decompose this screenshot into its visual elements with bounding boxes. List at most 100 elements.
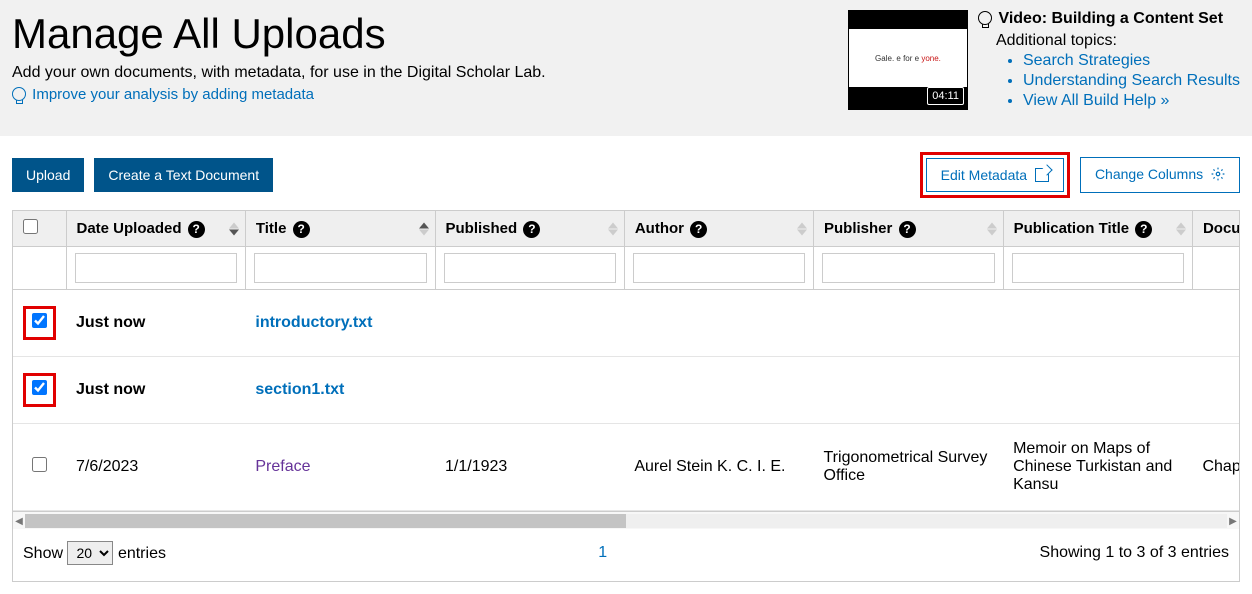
page-subtitle: Add your own documents, with metadata, f… [12, 64, 848, 82]
filter-title [245, 247, 435, 290]
cell-date: Just now [66, 357, 245, 424]
edit-metadata-button[interactable]: Edit Metadata [926, 158, 1064, 192]
col-author[interactable]: Author ? [624, 211, 813, 247]
cell-author [624, 290, 813, 357]
cell-date: Just now [66, 290, 245, 357]
sort-up-icon [797, 222, 807, 228]
video-thumb-content: Gale. e for e yone. [849, 29, 967, 87]
show-label: Show [23, 545, 63, 562]
filter-date [66, 247, 245, 290]
title-link[interactable]: introductory.txt [255, 314, 372, 331]
cell-pubtitle: Memoir on Maps of Chinese Turkistan and … [1003, 424, 1192, 511]
title-link[interactable]: Preface [255, 458, 310, 475]
video-link[interactable]: Understanding Search Results [1023, 72, 1240, 89]
entries-label: entries [118, 545, 166, 562]
cell-title: Preface [245, 424, 435, 511]
table-body: Just now introductory.txt [13, 290, 1240, 511]
col-document-type[interactable]: Docu [1192, 211, 1240, 247]
page-link[interactable]: 1 [598, 544, 607, 561]
checkbox-highlight [23, 373, 56, 407]
filter-date-input[interactable] [75, 253, 237, 283]
video-link[interactable]: View All Build Help » [1023, 92, 1169, 109]
filter-published-input[interactable] [444, 253, 616, 283]
col-label: Published [446, 220, 518, 237]
sort-icons [797, 222, 807, 235]
table-footer: Show 20 entries 1 Showing 1 to 3 of 3 en… [13, 529, 1239, 581]
help-icon[interactable]: ? [293, 221, 310, 238]
page-size-select[interactable]: 20 [67, 541, 113, 565]
select-all-header [13, 211, 66, 247]
change-columns-button[interactable]: Change Columns [1080, 157, 1240, 193]
gear-icon [1211, 167, 1225, 184]
video-title-text: Video: Building a Content Set [998, 10, 1223, 27]
video-link[interactable]: Search Strategies [1023, 52, 1150, 69]
filter-publisher-input[interactable] [822, 253, 995, 283]
scrollbar-thumb[interactable] [25, 514, 626, 528]
scroll-right-icon[interactable]: ▶ [1227, 514, 1239, 528]
filter-doctype [1192, 247, 1240, 290]
uploads-table-wrap: Date Uploaded ? Title ? [12, 210, 1240, 582]
cell-title: section1.txt [245, 357, 435, 424]
tip-link[interactable]: Improve your analysis by adding metadata [12, 86, 314, 103]
filter-pubtitle [1003, 247, 1192, 290]
col-publication-title[interactable]: Publication Title ? [1003, 211, 1192, 247]
row-checkbox-cell [13, 290, 66, 357]
sort-up-icon [1176, 222, 1186, 228]
cell-publisher: Trigonometrical Survey Office [814, 424, 1004, 511]
row-checkbox[interactable] [32, 313, 47, 328]
video-duration: 04:11 [927, 87, 964, 105]
table-filter-row [13, 247, 1240, 290]
filter-author [624, 247, 813, 290]
col-published[interactable]: Published ? [435, 211, 624, 247]
filter-pubtitle-input[interactable] [1012, 253, 1184, 283]
video-thumbnail[interactable]: Gale. e for e yone. 04:11 [848, 10, 968, 110]
scroll-left-icon[interactable]: ◀ [13, 514, 25, 528]
cell-author [624, 357, 813, 424]
col-title[interactable]: Title ? [245, 211, 435, 247]
col-date-uploaded[interactable]: Date Uploaded ? [66, 211, 245, 247]
scrollbar-track [25, 514, 1227, 528]
upload-button[interactable]: Upload [12, 158, 84, 192]
table-row: Just now introductory.txt [13, 290, 1240, 357]
cell-published [435, 357, 624, 424]
sort-icons [987, 222, 997, 235]
col-label: Author [635, 220, 684, 237]
lightbulb-icon [978, 11, 992, 25]
edit-icon [1035, 168, 1049, 182]
help-icon[interactable]: ? [523, 221, 540, 238]
help-icon[interactable]: ? [899, 221, 916, 238]
help-icon[interactable]: ? [690, 221, 707, 238]
sort-icons [419, 222, 429, 235]
table-row: Just now section1.txt [13, 357, 1240, 424]
col-publisher[interactable]: Publisher ? [814, 211, 1004, 247]
col-label: Publication Title [1014, 220, 1130, 237]
create-text-button[interactable]: Create a Text Document [94, 158, 273, 192]
sort-icons [608, 222, 618, 235]
help-icon[interactable]: ? [1135, 221, 1152, 238]
row-checkbox[interactable] [32, 380, 47, 395]
title-link[interactable]: section1.txt [255, 381, 344, 398]
filter-title-input[interactable] [254, 253, 427, 283]
col-label: Date Uploaded [77, 220, 182, 237]
select-all-checkbox[interactable] [23, 219, 38, 234]
cell-published: 1/1/1923 [435, 424, 624, 511]
video-link-item: Understanding Search Results [1023, 72, 1240, 90]
edit-metadata-highlight: Edit Metadata [920, 152, 1070, 198]
cell-publisher [814, 290, 1004, 357]
video-title: Video: Building a Content Set [978, 10, 1240, 28]
cell-pubtitle [1003, 290, 1192, 357]
page-title: Manage All Uploads [12, 10, 848, 58]
table-header-row: Date Uploaded ? Title ? [13, 211, 1240, 247]
header-right: Gale. e for e yone. 04:11 Video: Buildin… [848, 10, 1240, 112]
row-checkbox-cell [13, 424, 66, 511]
sort-down-icon [987, 229, 997, 235]
sort-up-icon [419, 222, 429, 228]
filter-publisher [814, 247, 1004, 290]
filter-author-input[interactable] [633, 253, 805, 283]
help-icon[interactable]: ? [188, 221, 205, 238]
sort-down-icon [797, 229, 807, 235]
horizontal-scrollbar[interactable]: ◀ ▶ [13, 511, 1239, 529]
sort-up-icon [608, 222, 618, 228]
row-checkbox[interactable] [32, 457, 47, 472]
sort-up-icon [987, 222, 997, 228]
